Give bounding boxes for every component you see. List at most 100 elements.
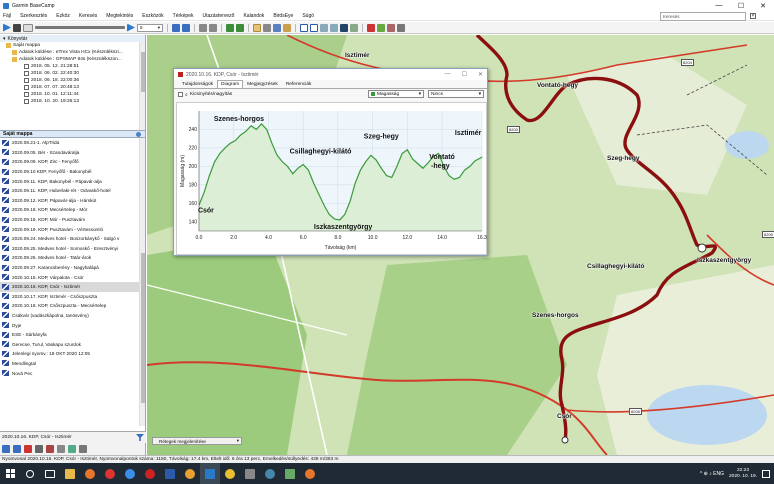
basecamp-taskbar-icon[interactable]	[200, 463, 220, 484]
zoom-out-icon[interactable]	[330, 23, 338, 32]
tree-device[interactable]: Adatok küldése : eTrex Vista HCx (Készül…	[0, 49, 145, 56]
elevation-chart[interactable]: 140 160 180 200 220 240 0.0 2.0 4.0 6.0 8.0 10.0 12.…	[176, 102, 487, 255]
map-2d-icon[interactable]	[300, 23, 308, 32]
photo-filter-icon[interactable]	[57, 445, 65, 453]
list-item[interactable]: 2020.09.09. KDP, Zirc - Fenyőfő	[0, 157, 145, 167]
back-icon[interactable]	[172, 23, 180, 32]
folder-options-icon[interactable]	[136, 132, 141, 137]
map-label-szeg-hegy[interactable]: Szeg-hegy	[607, 155, 640, 162]
tree-device[interactable]: Adatok küldése : GPSMAP 64s (Készülékszo…	[0, 56, 145, 63]
dialog-close-button[interactable]: ✕	[478, 71, 483, 78]
grid-icon[interactable]	[340, 23, 348, 32]
list-item[interactable]: 2020.09.11. KDP, Huberlaki-rét - Odvaskő…	[0, 186, 145, 196]
tree-scrollbar[interactable]	[139, 42, 145, 130]
tree-entry[interactable]: 2018. 06. 02. 22:40:30	[0, 70, 145, 77]
waypoint-icon[interactable]	[697, 243, 707, 253]
eraser-tool-icon[interactable]	[283, 23, 291, 32]
firefox-icon[interactable]	[300, 463, 320, 484]
maps-icon[interactable]	[220, 463, 240, 484]
list-scrollbar[interactable]	[139, 138, 145, 426]
list-item[interactable]: 2020.09.10 KDP, Fenyőfő - Bakonybél	[0, 167, 145, 177]
list-item[interactable]: 2020.09.05. Bér - Szandaváralja	[0, 148, 145, 158]
menu-device[interactable]: Ezköz	[56, 13, 70, 19]
search-icon[interactable]	[20, 463, 40, 484]
map-label-csor[interactable]: Csór	[557, 413, 572, 420]
tab-notes[interactable]: Megjegyzések	[243, 80, 282, 88]
list-item[interactable]: Csákvár (vadászkápolna, tanösvény)	[0, 311, 145, 321]
tree-entry[interactable]: 2018. 06. 18. 22:00:36	[0, 77, 145, 84]
start-button[interactable]	[0, 463, 20, 484]
app-icon[interactable]	[180, 463, 200, 484]
clear-search-icon[interactable]: ×	[750, 13, 756, 19]
second-metric-select[interactable]: Nincs ▾	[428, 90, 484, 98]
firefox-icon[interactable]	[80, 463, 100, 484]
adventure-filter-icon[interactable]	[79, 445, 87, 453]
waypoint-filter-icon[interactable]	[24, 445, 32, 453]
map-label-vontato-hegy[interactable]: Vontató-hegy	[537, 82, 578, 89]
menu-tools[interactable]: Eszközök	[142, 13, 163, 19]
tree-root[interactable]: Saját mappa	[0, 42, 145, 49]
show-layers-button[interactable]: Rétegek megjelenítése ▾	[152, 437, 242, 445]
app-icon[interactable]	[100, 463, 120, 484]
map-3d-icon[interactable]	[310, 23, 318, 32]
dialog-minimize-button[interactable]: —	[445, 71, 451, 78]
map-label-iszkaszentgyorgy[interactable]: Iszkaszentgyörgy	[697, 257, 751, 264]
menu-trip-planner[interactable]: Utazástervező	[202, 13, 234, 19]
task-view-icon[interactable]	[40, 463, 60, 484]
maximize-button[interactable]: ☐	[730, 0, 752, 11]
close-button[interactable]: ✕	[752, 0, 774, 11]
menu-maps[interactable]: Térképek	[173, 13, 194, 19]
app-icon[interactable]	[280, 463, 300, 484]
list-item[interactable]: 2020.09.11. KDP, Bakonybél - Pápavár-alj…	[0, 176, 145, 186]
playback-speed-select[interactable]: 5 ▾	[137, 23, 163, 32]
map-label-szenes-horgos[interactable]: Szenes-horgos	[532, 312, 579, 319]
select-tool-icon[interactable]	[263, 23, 271, 32]
tree-entry[interactable]: 2018. 10. 01. 12:11:44	[0, 91, 145, 98]
new-route-icon[interactable]	[377, 23, 385, 32]
tab-references[interactable]: Referenciák	[282, 80, 316, 88]
tab-properties[interactable]: Tulajdonságok	[178, 80, 217, 88]
tree-entry[interactable]: 2018. 07. 07. 20:48:13	[0, 84, 145, 91]
list-item[interactable]: 2020.09.26. Medves hotel - Tatár-árok	[0, 253, 145, 263]
playback-track[interactable]	[35, 26, 125, 29]
list-item[interactable]: 2020.09.27. Karancsberény - Nagyhalápá	[0, 263, 145, 273]
app-icon[interactable]	[260, 463, 280, 484]
forward-icon[interactable]	[182, 23, 190, 32]
list-item[interactable]: 2020.10.16. KDP, Csór - Isztimér	[0, 281, 145, 292]
list-item[interactable]: 2020.09.25. Medves hotel - Somoskő - Ere…	[0, 244, 145, 254]
minimize-button[interactable]: —	[708, 0, 730, 11]
zoom-checkbox[interactable]	[178, 92, 183, 97]
undo-icon[interactable]	[199, 23, 207, 32]
list-item[interactable]: 2020.10.18. KDP, Csőszpuszta - Mecsértel…	[0, 301, 145, 311]
tab-diagram[interactable]: Diagram	[217, 80, 244, 88]
layers-icon[interactable]	[350, 23, 358, 32]
list-item[interactable]: Gerecse, Turul, Vaskapu szurdok	[0, 339, 145, 349]
playback-slider-icon[interactable]	[23, 23, 33, 32]
start-flag-icon[interactable]	[561, 436, 569, 444]
track-filter-icon[interactable]	[46, 445, 54, 453]
notification-icon[interactable]	[762, 469, 770, 478]
menu-search[interactable]: Keresés	[79, 13, 97, 19]
tray-icons[interactable]: ^ ⊕ ♪ ENG	[700, 471, 724, 477]
chrome-icon[interactable]	[120, 463, 140, 484]
play-icon[interactable]	[3, 23, 11, 32]
map-label-csillaghegyi-kilato[interactable]: Csillaghegyi-kilátó	[587, 263, 644, 270]
zoom-in-icon[interactable]	[320, 23, 328, 32]
new-track-icon[interactable]	[387, 23, 395, 32]
fast-forward-icon[interactable]	[127, 23, 135, 32]
hand-tool-icon[interactable]	[253, 23, 261, 32]
stop-icon[interactable]	[13, 23, 21, 32]
menu-birdseye[interactable]: BirdsEye	[273, 13, 293, 19]
list-item[interactable]: Mendlingtal	[0, 359, 145, 369]
menu-file[interactable]: Fájl	[3, 13, 11, 19]
receive-from-device-icon[interactable]	[226, 23, 234, 32]
list-item[interactable]: 2020.09.19. KDP, Pusztavám - Vértessomló	[0, 224, 145, 234]
list-view-icon[interactable]	[2, 445, 10, 453]
list-item[interactable]: Nová Pec	[0, 368, 145, 378]
word-icon[interactable]	[160, 463, 180, 484]
app-icon[interactable]	[240, 463, 260, 484]
opera-icon[interactable]	[140, 463, 160, 484]
list-item[interactable]: ESE - Sárkányfa	[0, 330, 145, 340]
filter-icon[interactable]	[136, 434, 144, 441]
list-item[interactable]: 2020.09.24. Medves hotel - Boszorkánykő …	[0, 234, 145, 244]
